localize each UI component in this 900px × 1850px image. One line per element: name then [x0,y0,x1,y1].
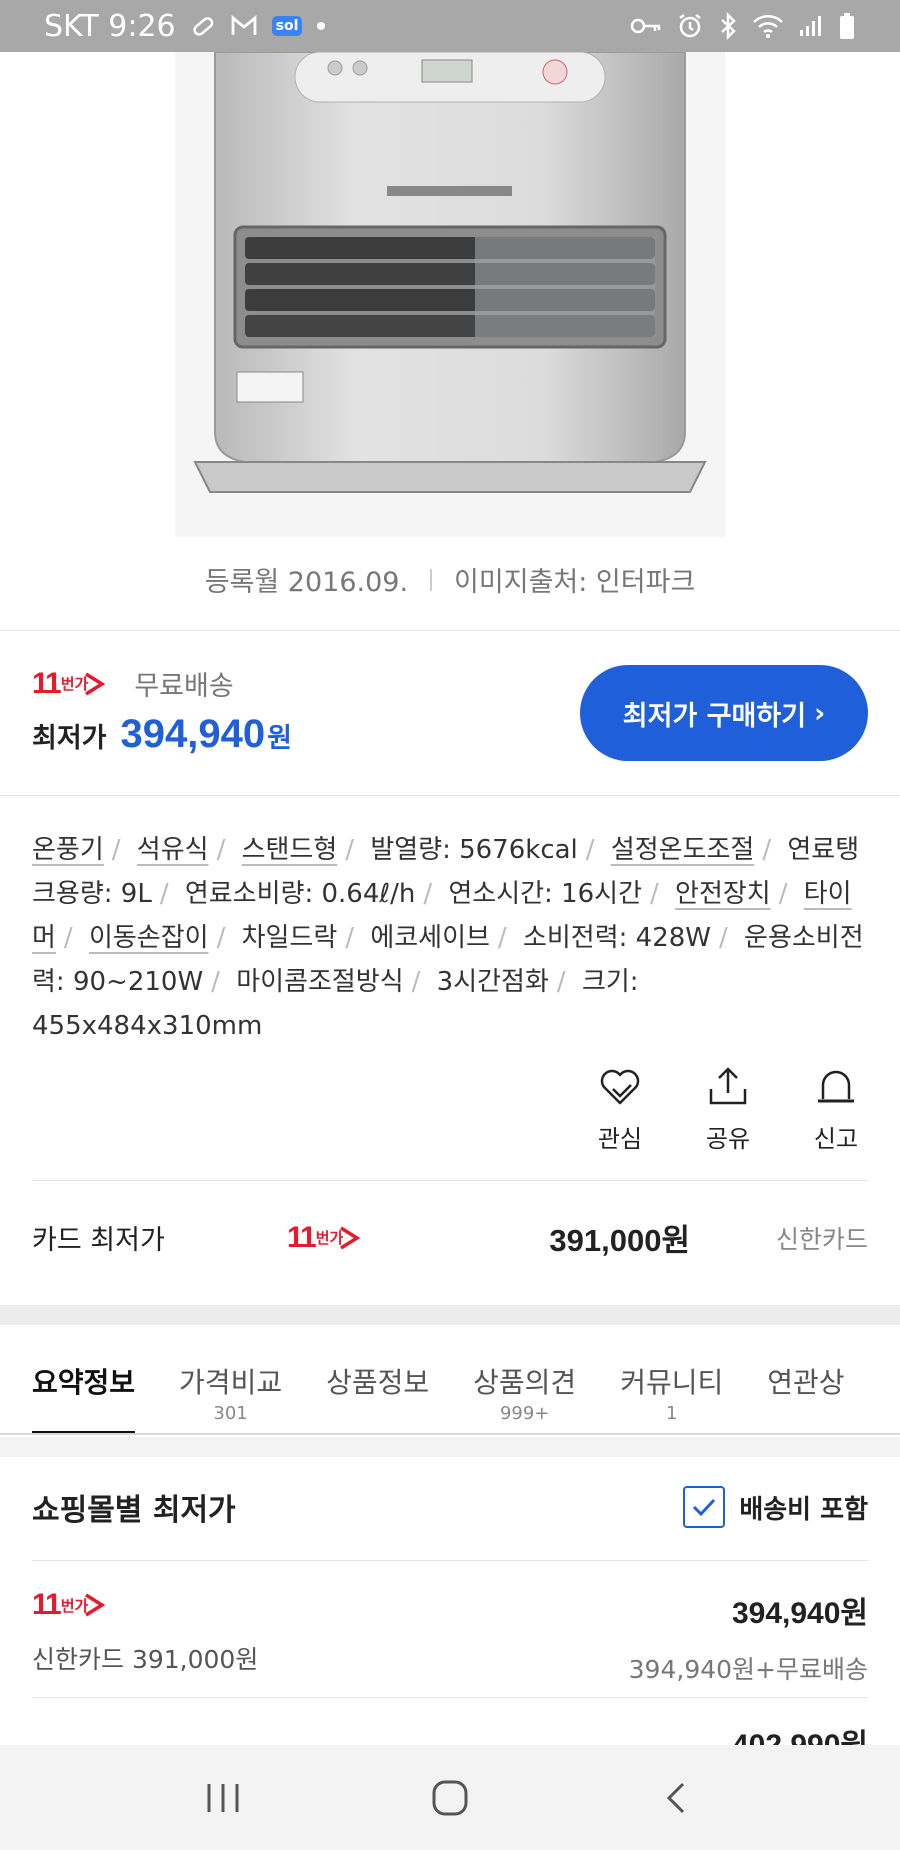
recent-apps-button[interactable] [193,1768,253,1828]
tab-product-info[interactable]: 상품정보 [326,1325,429,1433]
spec-text: 연소시간: 16시간 [448,879,643,909]
spec-tag[interactable]: 온풍기 [32,835,104,865]
report-label: 신고 [813,1125,859,1153]
tab-summary[interactable]: 요약정보 [32,1325,136,1433]
mall-price-detail: 394,940원+무료배송 [628,1655,868,1684]
back-icon [666,1782,684,1813]
wifi-icon [752,13,784,39]
11st-logo: 11 번가 [32,1588,258,1622]
lowest-price-section: 11 번가 무료배송 최저가 394,940 원 최저가 구매하기 › [0,630,900,795]
include-shipping-toggle[interactable]: 배송비 포함 [683,1486,868,1528]
spec-text: 마이콤조절방식 [236,967,404,997]
spec-tag[interactable]: 스탠드형 [242,835,338,865]
include-shipping-label: 배송비 포함 [739,1494,868,1525]
tab-reviews[interactable]: 상품의견 999+ [473,1325,576,1433]
spec-tag[interactable]: 설정온도조절 [611,835,755,865]
mall-price: 394,940원 [731,1597,868,1630]
registered-date: 등록월 2016.09. [204,567,409,598]
key-icon [630,15,662,37]
back-button[interactable] [647,1768,707,1828]
meta-separator [430,568,433,591]
product-actions: 관심 공유 신고 [584,1065,872,1154]
tab-count: 1 [665,1403,678,1424]
divider [32,1560,868,1561]
tab-related[interactable]: 연관상 [767,1325,844,1433]
report-button[interactable]: 신고 [800,1065,872,1154]
spec-tag[interactable]: 석유식 [137,835,209,865]
tab-community[interactable]: 커뮤니티 1 [620,1325,723,1433]
heater-illustration [175,51,725,537]
mail-m-icon [230,14,258,38]
checkbox-checked-icon[interactable] [683,1486,726,1528]
card-lowest-label: 카드 최저가 [32,1225,165,1256]
divider [32,1697,868,1698]
image-meta: 등록월 2016.09. 이미지출처: 인터파크 [0,560,900,599]
free-shipping-label: 무료배송 [134,671,234,702]
home-icon [432,1780,468,1815]
tab-price-compare[interactable]: 가격비교 301 [179,1325,282,1433]
alarm-icon [676,12,704,40]
share-label: 공유 [705,1125,751,1153]
carrier-time: SKT 9:26 [44,8,176,44]
spec-text: 차일드락 [241,923,338,953]
share-icon [709,1067,747,1105]
spec-tag[interactable]: 안전장치 [675,879,771,909]
recent-apps-icon [207,1783,239,1812]
card-price-note: 신한카드 391,000원 [32,1645,259,1674]
pill-icon [190,13,216,39]
product-specs: 온풍기 / 석유식 / 스탠드형 / 발열량: 5676kcal / 설정온도조절 / 연… [32,835,864,1041]
heart-icon [600,1069,640,1105]
mall-list-title: 쇼핑몰별 최저가 [32,1493,236,1528]
spec-text: 3시간점화 [436,967,549,997]
more-dot-icon [316,21,326,31]
chevron-right-icon: › [814,697,826,729]
lowest-price-value: 394,940 [120,712,266,756]
home-button[interactable] [420,1768,480,1828]
section-gap [0,1437,900,1457]
11st-logo[interactable]: 11 번가 [32,667,106,701]
card-name: 신한카드 [775,1224,868,1254]
tab-count: 999+ [499,1403,550,1424]
section-gap [0,1305,900,1325]
price-unit: 원 [267,723,292,754]
battery-icon [838,12,856,40]
tab-count: 301 [213,1403,248,1424]
spec-tag[interactable]: 이동손잡이 [89,923,209,953]
like-button[interactable]: 관심 [584,1065,656,1154]
mall-row[interactable]: 11 번가 신한카드 391,000원 394,940원 394,940원+무료배… [32,1588,868,1686]
status-bar: SKT 9:26 sol [0,0,900,52]
tab-bar: 요약정보 가격비교 301 상품정보 상품의견 999+ 커뮤니티 1 연관상 [0,1325,900,1435]
image-source: 이미지출처: 인터파크 [454,567,696,598]
buy-lowest-button[interactable]: 최저가 구매하기 › [580,665,868,761]
buy-button-label: 최저가 구매하기 [622,700,807,732]
sol-app-icon: sol [271,16,303,36]
11st-logo: 11 번가 [287,1221,517,1255]
mall-list-header: 쇼핑몰별 최저가 배송비 포함 [32,1485,868,1529]
lowest-price-label: 최저가 [32,723,107,754]
card-lowest-price: 391,000원 [549,1223,690,1258]
spec-text: 소비전력: 428W [522,923,711,953]
like-label: 관심 [597,1125,643,1153]
share-button[interactable]: 공유 [692,1065,764,1154]
signal-icon [798,14,824,38]
system-nav-bar [0,1745,900,1850]
card-lowest-row[interactable]: 카드 최저가 11 번가 391,000원 신한카드 [32,1185,868,1290]
siren-icon [818,1070,854,1103]
bluetooth-icon [718,12,738,40]
spec-text: 발열량: 5676kcal [370,835,578,865]
divider [0,795,900,796]
spec-text: 에코세이브 [370,923,490,953]
product-image[interactable] [175,51,725,537]
divider [32,1180,868,1181]
spec-text: 연료소비량: 0.64ℓ/h [184,879,416,909]
